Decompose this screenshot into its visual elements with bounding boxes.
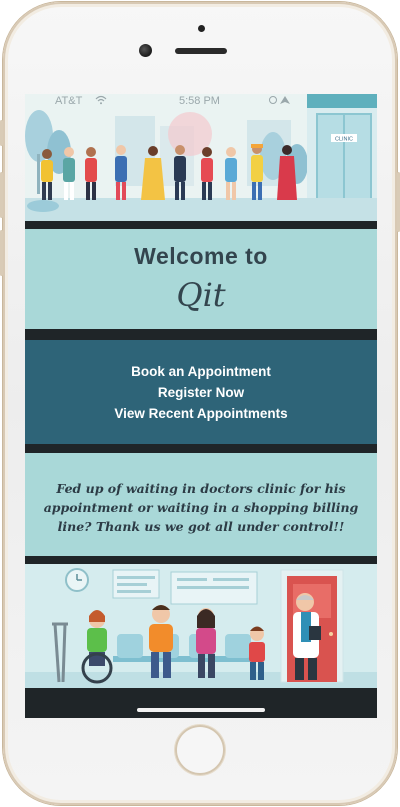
- volume-up-button: [0, 172, 3, 218]
- wifi-icon: [95, 95, 107, 108]
- speaker-icon: [175, 48, 227, 54]
- view-recent-appointments-link[interactable]: View Recent Appointments: [25, 403, 377, 424]
- clinic-illustration: [25, 564, 377, 688]
- time-label: 5:58 PM: [179, 95, 220, 107]
- bottom-bar: [25, 688, 377, 718]
- tagline-text: Fed up of waiting in doctors clinic for …: [43, 481, 359, 534]
- clock-icon: [65, 568, 89, 592]
- app-screen: AT&T 5:58 PM CLINIC Welcome to Qit Book …: [25, 94, 377, 718]
- welcome-title: Welcome to: [134, 243, 268, 269]
- register-now-link[interactable]: Register Now: [25, 382, 377, 403]
- proximity-sensor: [198, 25, 205, 32]
- book-appointment-link[interactable]: Book an Appointment: [25, 361, 377, 382]
- volume-down-button: [0, 230, 3, 276]
- home-button-icon[interactable]: [175, 725, 225, 775]
- status-right-icons: [269, 95, 309, 108]
- status-bar: AT&T 5:58 PM: [25, 94, 377, 108]
- camera-icon: [139, 44, 152, 57]
- welcome-section: Welcome to Qit: [25, 229, 377, 329]
- main-menu: Book an Appointment Register Now View Re…: [25, 340, 377, 444]
- carrier-label: AT&T: [55, 95, 83, 107]
- tagline-section: Fed up of waiting in doctors clinic for …: [25, 453, 377, 556]
- hero-sign-text: CLINIC: [335, 137, 353, 143]
- hero-illustration: CLINIC: [25, 94, 377, 221]
- home-indicator[interactable]: [137, 708, 265, 712]
- app-logo-text: Qit: [176, 276, 226, 314]
- mute-switch: [0, 120, 3, 146]
